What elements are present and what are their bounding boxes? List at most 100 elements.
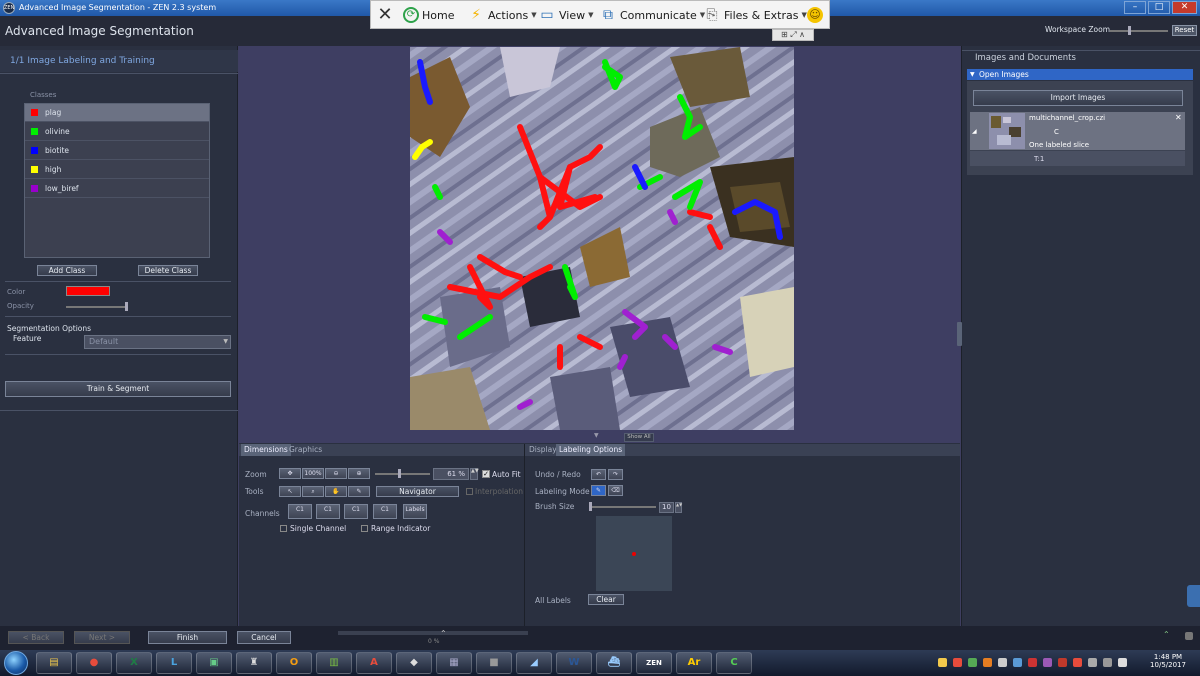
minimize-button[interactable]: – <box>1124 1 1146 14</box>
zoom-spinner[interactable]: ▲▼ <box>470 468 479 480</box>
eraser-mode-icon[interactable]: ⌫ <box>608 485 623 496</box>
back-button[interactable]: < Back <box>8 631 64 644</box>
smiley-icon[interactable]: ☺ <box>807 5 823 25</box>
class-item-biotite[interactable]: biotite <box>25 142 209 160</box>
tray-icon[interactable] <box>1088 658 1097 667</box>
toolbar-item-files-extras[interactable]: ⎘ Files & Extras ▼ <box>703 5 806 25</box>
tray-icon[interactable] <box>1043 658 1052 667</box>
show-all-button[interactable]: Show All <box>624 433 654 442</box>
taskbar-chart-app-icon[interactable]: ▥ <box>316 652 352 674</box>
close-toolbar-icon[interactable]: ✕ <box>376 5 394 25</box>
tray-icon[interactable] <box>983 658 992 667</box>
toolbar-window-controls[interactable]: ⊞ ⤢ ∧ <box>772 29 814 41</box>
tab-labeling-options[interactable]: Labeling Options <box>556 444 626 456</box>
taskbar-word-icon[interactable]: W <box>556 652 592 674</box>
tray-icon[interactable] <box>1103 658 1112 667</box>
tab-display[interactable]: Display <box>526 444 560 456</box>
micrograph-image[interactable] <box>410 47 794 430</box>
import-images-button[interactable]: Import Images <box>973 90 1183 106</box>
class-item-low-biref[interactable]: low_biref <box>25 180 209 198</box>
brush-size-spinner[interactable]: ▲▼ <box>675 502 682 513</box>
labels-channel-button[interactable]: Labels <box>403 504 427 519</box>
workspace-zoom-slider[interactable] <box>1110 30 1168 32</box>
tray-icon[interactable] <box>1028 658 1037 667</box>
magnify-tool-icon[interactable]: ⌕ <box>302 486 324 497</box>
brush-size-field[interactable]: 10 <box>659 502 674 513</box>
system-clock[interactable]: 1:48 PM 10/5/2017 <box>1150 653 1186 669</box>
taskbar-console-icon[interactable]: ■ <box>476 652 512 674</box>
clear-labels-button[interactable]: Clear <box>588 594 624 605</box>
brush-mode-icon[interactable]: ✎ <box>591 485 606 496</box>
zoom-value-field[interactable]: 61 % <box>433 468 469 480</box>
toolbar-item-actions[interactable]: ⚡ Actions ▼ <box>467 5 537 25</box>
brush-tool-icon[interactable]: ✎ <box>348 486 370 497</box>
taskbar-chrome-icon[interactable]: ● <box>76 652 112 674</box>
opacity-slider[interactable] <box>66 306 128 308</box>
start-button-icon[interactable] <box>4 651 28 675</box>
taskbar-ship-icon[interactable]: ⛴ <box>596 652 632 674</box>
chevron-up-icon[interactable]: ⌃ <box>440 629 447 638</box>
taskbar-terminal-icon[interactable]: ▣ <box>196 652 232 674</box>
navigator-button[interactable]: Navigator <box>376 486 459 497</box>
tab-graphics[interactable]: Graphics <box>286 444 325 456</box>
single-channel-checkbox[interactable] <box>280 525 287 532</box>
taskbar-notepad-icon[interactable]: ▦ <box>436 652 472 674</box>
taskbar-explorer-icon[interactable]: ▤ <box>36 652 72 674</box>
taskbar-joystick-icon[interactable]: ♜ <box>236 652 272 674</box>
taskbar-zen-icon[interactable]: ZEN <box>636 652 672 674</box>
taskbar-excel-icon[interactable]: X <box>116 652 152 674</box>
brush-size-slider-thumb[interactable] <box>589 502 592 511</box>
class-color-picker[interactable] <box>66 286 110 296</box>
finish-button[interactable]: Finish <box>148 631 227 644</box>
chevron-up-icon[interactable]: ⌃ <box>1163 630 1170 639</box>
tray-icon[interactable] <box>968 658 977 667</box>
close-image-icon[interactable]: ✕ <box>1175 113 1182 122</box>
zoom-in-icon[interactable]: ⊕ <box>348 468 370 479</box>
taskbar-inkscape-icon[interactable]: ◆ <box>396 652 432 674</box>
hand-tool-icon[interactable]: ✋ <box>325 486 347 497</box>
zoom-slider[interactable] <box>375 473 430 475</box>
panel-collapse-handle[interactable] <box>957 322 962 346</box>
zoom-100-button[interactable]: 100% <box>302 468 324 479</box>
brush-size-slider[interactable] <box>590 506 656 508</box>
taskbar-files-icon[interactable]: ◢ <box>516 652 552 674</box>
add-class-button[interactable]: Add Class <box>37 265 97 276</box>
taskbar-camtasia-icon[interactable]: C <box>716 652 752 674</box>
side-dock-icon[interactable] <box>1187 585 1200 607</box>
open-images-header[interactable]: ▼ Open Images <box>967 69 1193 80</box>
class-item-plag[interactable]: plag <box>25 104 209 122</box>
taskbar-outlook-icon[interactable]: O <box>276 652 312 674</box>
class-item-olivine[interactable]: olivine <box>25 123 209 141</box>
tray-icon[interactable] <box>1058 658 1067 667</box>
tray-icon[interactable] <box>1118 658 1127 667</box>
tray-icon[interactable] <box>1013 658 1022 667</box>
maximize-button[interactable]: □ <box>1148 1 1170 14</box>
toolbar-item-view[interactable]: ▭ View ▼ <box>538 5 593 25</box>
zoom-out-icon[interactable]: ⊖ <box>325 468 347 479</box>
channel-button-4[interactable]: C1 <box>373 504 397 519</box>
tray-icon[interactable] <box>1073 658 1082 667</box>
tray-icon[interactable] <box>953 658 962 667</box>
feature-select[interactable]: Default ▼ <box>84 335 231 349</box>
workspace-reset-button[interactable]: Reset <box>1172 25 1197 36</box>
zoom-slider-thumb[interactable] <box>398 469 401 478</box>
delete-class-button[interactable]: Delete Class <box>138 265 198 276</box>
collapse-icon[interactable]: ▼ <box>594 432 599 439</box>
taskbar-acrobat-icon[interactable]: A <box>356 652 392 674</box>
interpolation-checkbox[interactable] <box>466 488 473 495</box>
tray-icon[interactable] <box>938 658 947 667</box>
channel-button-1[interactable]: C1 <box>288 504 312 519</box>
pointer-tool-icon[interactable]: ↖ <box>279 486 301 497</box>
taskbar-aurora-icon[interactable]: Ar <box>676 652 712 674</box>
collapse-icon[interactable]: ◢ <box>972 128 977 135</box>
auto-fit-checkbox[interactable]: ✓ <box>482 470 490 478</box>
opacity-slider-thumb[interactable] <box>125 302 128 311</box>
workspace-zoom-thumb[interactable] <box>1128 26 1131 35</box>
range-indicator-checkbox[interactable] <box>361 525 368 532</box>
class-item-high[interactable]: high <box>25 161 209 179</box>
zoom-pan-icon[interactable]: ✥ <box>279 468 301 479</box>
train-segment-button[interactable]: Train & Segment <box>5 381 231 397</box>
channel-button-2[interactable]: C1 <box>316 504 340 519</box>
toolbar-item-home[interactable]: ⟳ Home <box>403 5 454 25</box>
channel-button-3[interactable]: C1 <box>344 504 368 519</box>
